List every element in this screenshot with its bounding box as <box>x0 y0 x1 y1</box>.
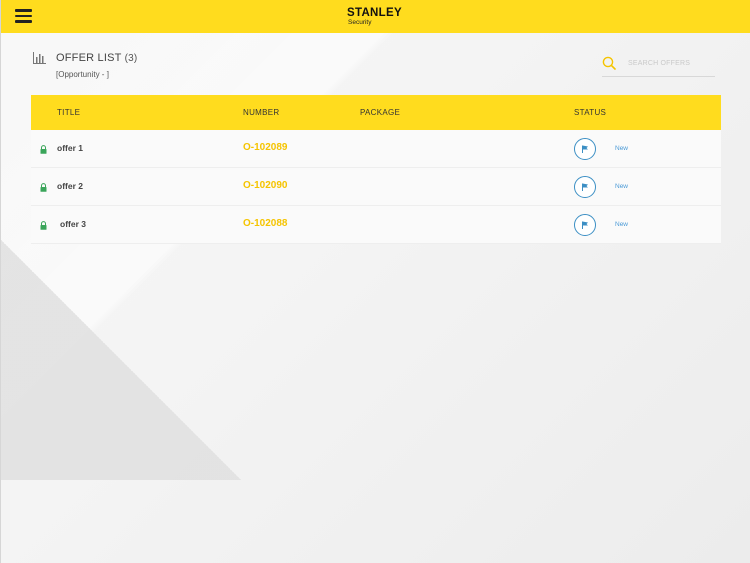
offer-title: offer 2 <box>57 181 83 191</box>
lock-icon <box>40 221 47 230</box>
top-bar: STANLEY Security <box>1 0 750 33</box>
status-flag-button[interactable] <box>574 214 596 236</box>
table-header: TITLE NUMBER PACKAGE STATUS <box>31 95 721 130</box>
search-box <box>602 55 715 77</box>
app-window: STANLEY Security OFFER LIST (3) [Opportu… <box>0 0 750 563</box>
offers-table: TITLE NUMBER PACKAGE STATUS offer 1 O-10… <box>31 95 721 244</box>
table-row[interactable]: offer 1 O-102089 New <box>31 130 721 168</box>
background-decoration-lower <box>1 240 241 480</box>
flag-icon <box>582 183 588 191</box>
page-subtitle: [Opportunity - ] <box>56 70 109 79</box>
page-title: OFFER LIST (3) <box>56 52 137 64</box>
offer-title: offer 3 <box>60 219 86 229</box>
offer-number-link[interactable]: O-102088 <box>243 218 287 229</box>
brand-name: STANLEY <box>347 7 402 19</box>
status-label: New <box>615 183 629 190</box>
lock-icon <box>40 183 47 192</box>
list-chart-icon <box>33 52 46 64</box>
search-input[interactable] <box>628 56 713 70</box>
status-flag-button[interactable] <box>574 176 596 198</box>
offer-count: (3) <box>124 53 138 64</box>
brand-logo: STANLEY Security <box>347 7 417 28</box>
column-header-package[interactable]: PACKAGE <box>360 108 400 117</box>
page-title-text: OFFER LIST <box>56 52 122 64</box>
column-header-number[interactable]: NUMBER <box>243 108 279 117</box>
search-icon[interactable] <box>602 56 616 70</box>
status-label: New <box>615 221 629 228</box>
table-row[interactable]: offer 3 O-102088 New <box>31 206 721 244</box>
column-header-status[interactable]: STATUS <box>574 108 606 117</box>
offer-number-link[interactable]: O-102090 <box>243 180 287 191</box>
status-label: New <box>615 145 629 152</box>
offer-title: offer 1 <box>57 143 83 153</box>
brand-subtitle: Security <box>348 19 372 26</box>
column-header-title[interactable]: TITLE <box>57 108 80 117</box>
flag-icon <box>582 221 588 229</box>
offer-number-link[interactable]: O-102089 <box>243 142 287 153</box>
status-flag-button[interactable] <box>574 138 596 160</box>
flag-icon <box>582 145 588 153</box>
table-row[interactable]: offer 2 O-102090 New <box>31 168 721 206</box>
lock-icon <box>40 145 47 154</box>
hamburger-menu-button[interactable] <box>15 9 32 23</box>
